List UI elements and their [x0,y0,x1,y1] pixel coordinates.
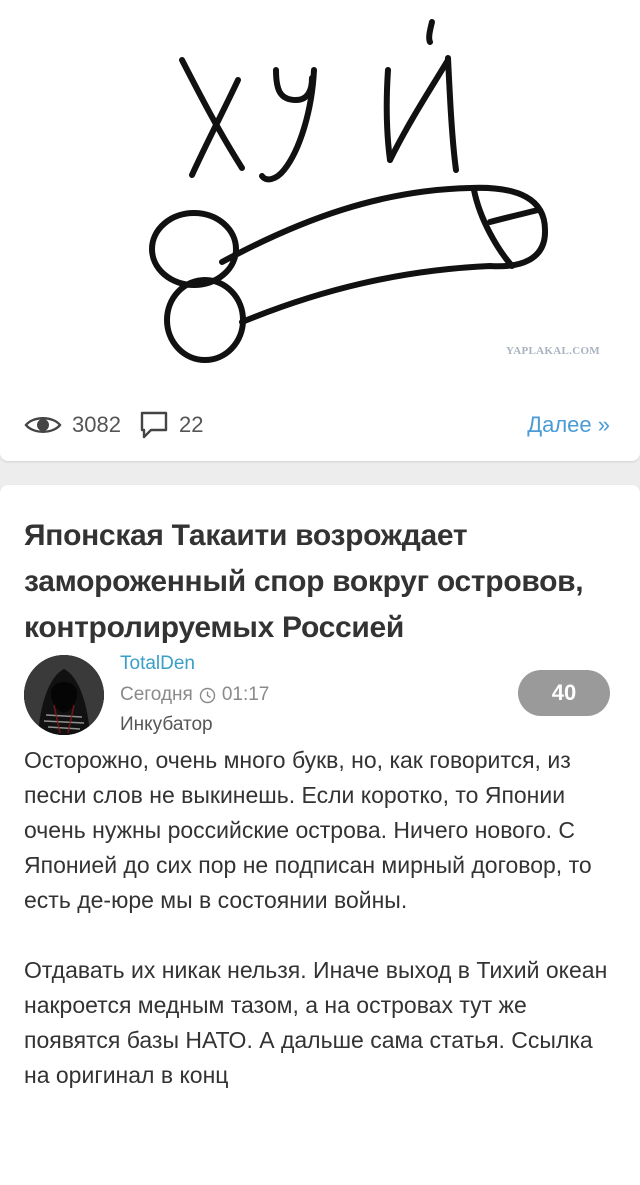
date-label: Сегодня [120,684,193,705]
rating-badge[interactable]: 40 [518,670,610,716]
post-date: Сегодня 01:17 [120,684,269,706]
watermark: YAPLAKAL.COM [506,345,600,357]
hooded-figure-avatar-image [24,655,104,735]
views-stat: 3082 [24,412,121,438]
eye-icon [24,417,62,433]
time-label: 01:17 [221,684,270,705]
author-name[interactable]: TotalDen [120,653,195,675]
comments-count: 22 [178,412,204,437]
body-paragraph: Осторожно, очень много букв, но, как гов… [24,747,592,913]
post-meta: TotalDen Сегодня 01:17 Инкубатор 40 [24,653,614,738]
previous-post-card: YAPLAKAL.COM 3082 22 Далее » [0,0,640,461]
comments-stat[interactable]: 22 [139,410,203,440]
section-label[interactable]: Инкубатор [120,714,213,736]
hand-drawn-picture [149,19,549,363]
post-card: Японская Такаити возрождает замороженный… [0,485,640,1185]
views-count: 3082 [72,412,121,437]
post-stats: 3082 22 Далее » [24,405,610,445]
post-image[interactable] [0,0,640,385]
body-paragraph: Отдавать их никак нельзя. Иначе выход в … [24,957,608,1088]
comment-icon [140,411,168,439]
post-body: Осторожно, очень много букв, но, как гов… [24,743,624,1093]
post-title[interactable]: Японская Такаити возрождает замороженный… [24,513,614,651]
avatar[interactable] [24,655,104,735]
read-more-link[interactable]: Далее » [527,412,610,438]
clock-icon [199,687,216,703]
